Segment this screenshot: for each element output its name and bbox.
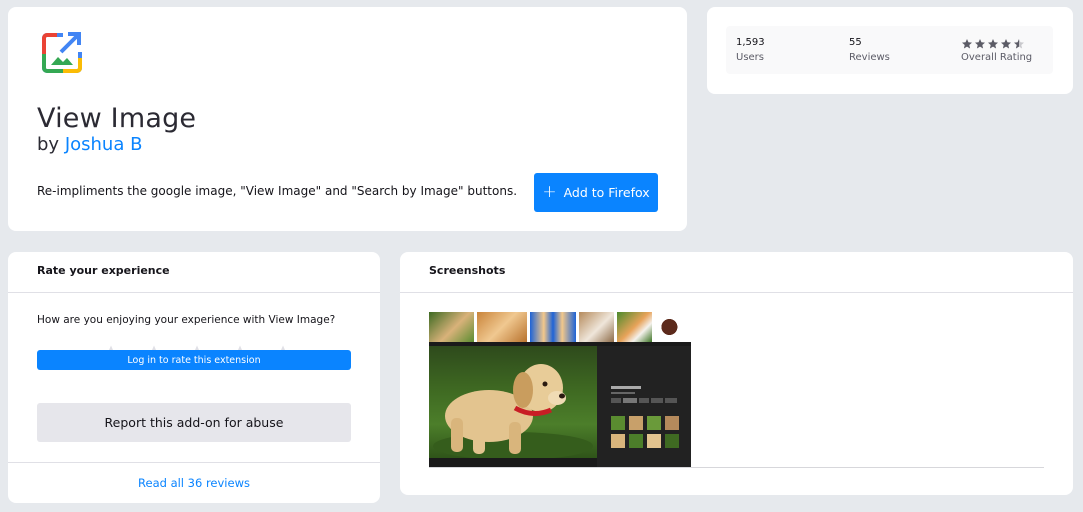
divider	[8, 462, 380, 463]
puppy-thumbnail	[616, 312, 653, 342]
addon-description: Re-impliments the google image, "View Im…	[37, 184, 518, 198]
rate-experience-card: Rate your experience How are you enjoyin…	[8, 252, 380, 503]
golden-retriever-puppy-icon	[433, 364, 593, 460]
login-to-rate-button[interactable]: Log in to rate this extension	[37, 350, 351, 370]
plus-icon: +	[542, 182, 557, 202]
puppy-thumbnail	[529, 312, 577, 342]
view-image-logo-icon	[42, 30, 85, 73]
addon-header-card: View Image by Joshua B Re-impliments the…	[8, 7, 687, 231]
star-icon	[1014, 39, 1024, 49]
stat-overall-rating: Overall Rating	[961, 37, 1032, 63]
screenshots-card: Screenshots	[400, 252, 1073, 495]
screenshot-image[interactable]	[429, 312, 691, 467]
screenshot-gallery	[429, 312, 1044, 468]
puppy-thumbnail	[579, 312, 614, 342]
addon-title: View Image	[37, 103, 197, 134]
report-abuse-button[interactable]: Report this add-on for abuse	[37, 403, 351, 442]
rate-heading: Rate your experience	[8, 252, 380, 293]
star-icon	[975, 39, 985, 49]
rating-stars	[961, 37, 1032, 51]
star-icon	[988, 39, 998, 49]
panel-preview-icon	[611, 386, 679, 448]
star-icon	[1001, 39, 1011, 49]
byline-prefix: by	[37, 134, 60, 155]
author-link[interactable]: Joshua B	[65, 134, 143, 155]
author-byline: by Joshua B	[37, 134, 142, 155]
users-count: 1,593	[736, 37, 765, 48]
stat-users: 1,593 Users	[736, 37, 765, 63]
stats-card: 1,593 Users 55 Reviews Overall Rating	[707, 7, 1073, 94]
thumbnail-strip	[429, 312, 691, 342]
users-label: Users	[736, 52, 765, 63]
stats-panel: 1,593 Users 55 Reviews Overall Rating	[726, 26, 1053, 74]
image-info-panel	[597, 346, 691, 467]
stat-reviews[interactable]: 55 Reviews	[849, 37, 890, 63]
star-icon	[962, 39, 972, 49]
read-all-reviews-link[interactable]: Read all 36 reviews	[8, 476, 380, 490]
puppy-thumbnail	[429, 312, 475, 342]
reviews-label: Reviews	[849, 52, 890, 63]
puppy-photo	[429, 346, 597, 460]
rating-label: Overall Rating	[961, 52, 1033, 63]
add-to-firefox-label: Add to Firefox	[563, 185, 650, 200]
rate-question: How are you enjoying your experience wit…	[37, 314, 336, 326]
reviews-count: 55	[849, 37, 862, 48]
puppy-thumbnail	[477, 312, 527, 342]
add-to-firefox-button[interactable]: + Add to Firefox	[534, 173, 658, 212]
screenshots-heading: Screenshots	[400, 252, 1073, 293]
puppy-thumbnail	[655, 312, 691, 342]
